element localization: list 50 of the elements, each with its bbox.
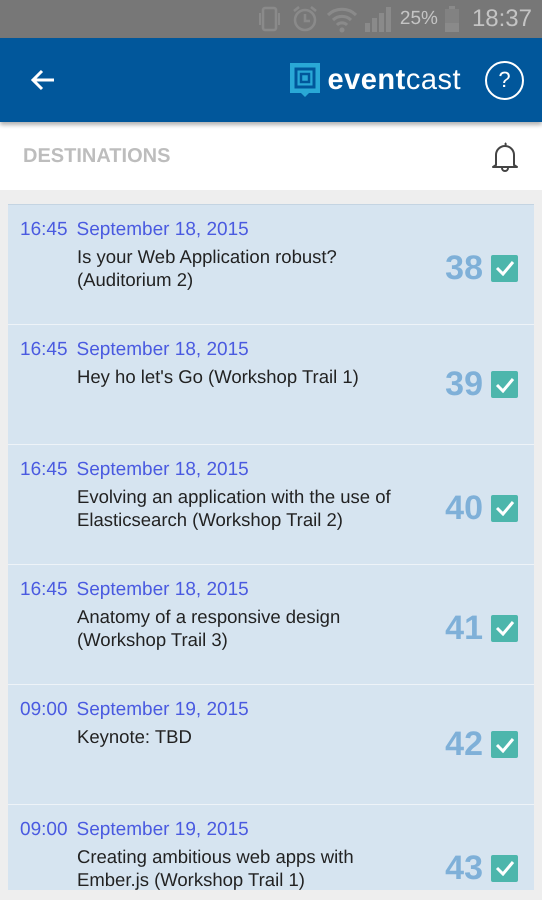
session-row[interactable]: 09:00 September 19, 2015 Creating ambitious web apps with Ember.js (Workshop Trail 1) 43 xyxy=(8,805,534,890)
bell-icon[interactable] xyxy=(490,140,520,172)
session-number: 42 xyxy=(445,725,483,764)
session-number: 43 xyxy=(445,848,483,888)
clock-time: 18:37 xyxy=(472,5,532,33)
session-date: September 18, 2015 xyxy=(76,339,249,361)
session-time: 09:00 xyxy=(20,819,68,841)
logo-icon xyxy=(290,63,320,97)
back-arrow-icon xyxy=(30,68,56,92)
session-title: Evolving an application with the use of Elasticsearch (Workshop Trail 2) xyxy=(77,485,392,531)
session-date: September 19, 2015 xyxy=(76,699,249,721)
session-row[interactable]: 16:45 September 18, 2015 Is your Web Application robust? (Auditorium 2) 38 xyxy=(8,205,534,325)
session-time: 16:45 xyxy=(20,219,68,241)
session-row[interactable]: 16:45 September 18, 2015 Evolving an application with the use of Elasticsearch (Workshop Trail 2) 40 xyxy=(8,445,534,565)
session-time: 16:45 xyxy=(20,579,68,601)
session-time: 16:45 xyxy=(20,339,68,361)
checkbox[interactable] xyxy=(491,494,518,522)
checkbox[interactable] xyxy=(491,854,518,882)
session-date: September 18, 2015 xyxy=(76,459,249,481)
checkmark-icon xyxy=(494,860,514,876)
session-row[interactable]: 09:00 September 19, 2015 Keynote: TBD 42 xyxy=(8,685,534,805)
session-row[interactable]: 16:45 September 18, 2015 Anatomy of a responsive design (Workshop Trail 3) 41 xyxy=(8,565,534,685)
session-date: September 19, 2015 xyxy=(76,819,249,841)
checkmark-icon xyxy=(494,620,514,636)
session-time: 09:00 xyxy=(20,699,68,721)
logo-text: eventcast xyxy=(328,64,461,96)
checkbox[interactable] xyxy=(491,254,518,282)
session-title: Hey ho let's Go (Workshop Trail 1) xyxy=(77,365,360,388)
checkbox[interactable] xyxy=(491,371,518,398)
session-title: Creating ambitious web apps with Ember.js (Workshop Trail 1) xyxy=(77,845,355,890)
session-date: September 18, 2015 xyxy=(76,579,249,601)
checkbox[interactable] xyxy=(491,731,518,758)
session-title: Anatomy of a responsive design (Workshop Trail 3) xyxy=(77,605,342,651)
session-row[interactable]: 16:45 September 18, 2015 Hey ho let's Go (Workshop Trail 1) 39 xyxy=(8,325,534,445)
session-date: September 18, 2015 xyxy=(76,219,249,241)
section-title: DESTINATIONS xyxy=(23,144,170,168)
checkbox[interactable] xyxy=(491,614,518,642)
checkmark-icon xyxy=(494,376,514,392)
help-button[interactable]: ? xyxy=(485,60,524,100)
session-title: Is your Web Application robust? (Auditorium 2) xyxy=(77,245,338,291)
session-number: 40 xyxy=(445,488,483,528)
battery-percent: 25% xyxy=(400,8,438,30)
checkmark-icon xyxy=(494,500,514,516)
checkmark-icon xyxy=(494,736,514,752)
session-title: Keynote: TBD xyxy=(77,725,193,748)
session-time: 16:45 xyxy=(20,459,68,481)
checkmark-icon xyxy=(494,260,514,276)
session-number: 41 xyxy=(445,608,483,648)
session-number: 38 xyxy=(445,248,483,288)
session-number: 39 xyxy=(445,365,483,404)
